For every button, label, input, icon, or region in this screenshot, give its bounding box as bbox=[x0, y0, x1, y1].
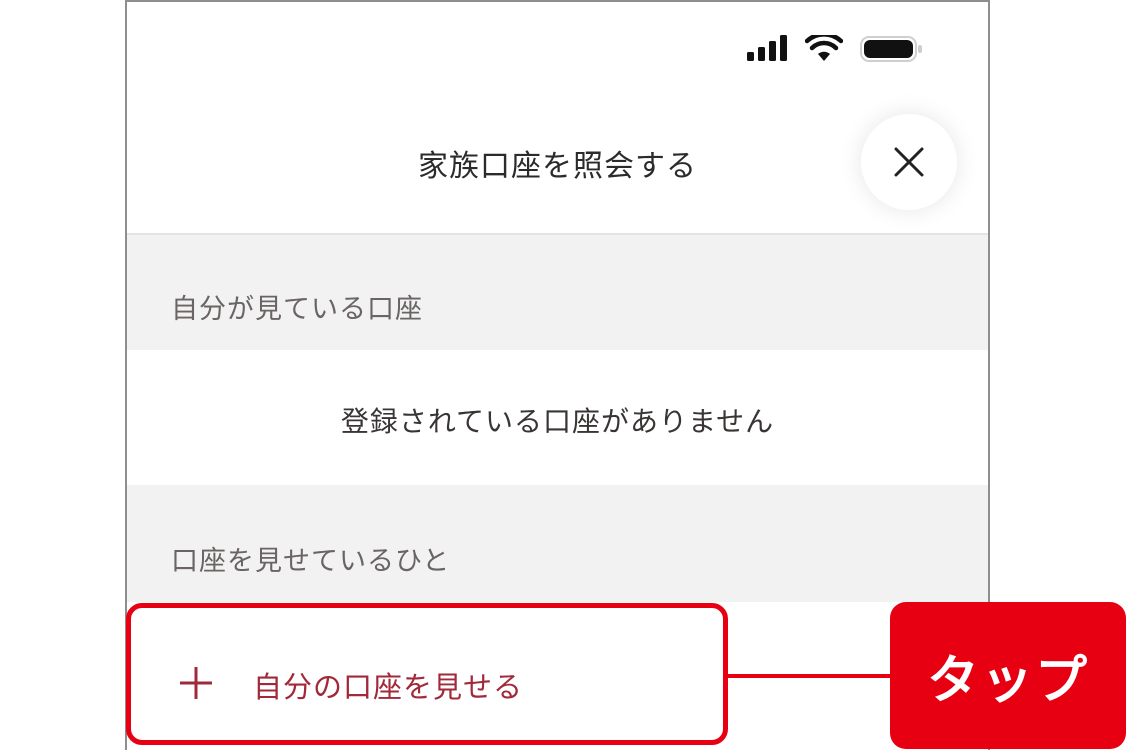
cellular-signal-icon bbox=[747, 35, 787, 61]
screen: 家族口座を照会する 自分が見ている口座 登録されている口座がありません 口座を見… bbox=[0, 0, 1126, 750]
section-header-my-view: 自分が見ている口座 bbox=[127, 235, 988, 350]
tap-callout-label: タップ bbox=[926, 651, 1089, 711]
battery-icon bbox=[860, 36, 922, 62]
plus-icon bbox=[180, 667, 212, 699]
page-title: 家族口座を照会する bbox=[418, 149, 697, 184]
status-bar bbox=[127, 2, 988, 97]
show-my-account-label: 自分の口座を見せる bbox=[253, 670, 524, 704]
section-label: 口座を見せているひと bbox=[171, 546, 451, 577]
section-label: 自分が見ている口座 bbox=[171, 294, 423, 325]
tap-callout-badge: タップ bbox=[890, 602, 1126, 749]
callout-connector-line bbox=[728, 674, 892, 678]
empty-state-message: 登録されている口座がありません bbox=[340, 405, 775, 438]
modal-header: 家族口座を照会する bbox=[127, 97, 988, 235]
section-header-showing-to: 口座を見せているひと bbox=[127, 485, 988, 602]
wifi-icon bbox=[805, 35, 843, 61]
empty-state-row: 登録されている口座がありません bbox=[127, 350, 988, 485]
show-my-account-button[interactable]: 自分の口座を見せる bbox=[126, 603, 728, 745]
close-button[interactable] bbox=[861, 114, 957, 210]
close-icon bbox=[894, 147, 924, 177]
